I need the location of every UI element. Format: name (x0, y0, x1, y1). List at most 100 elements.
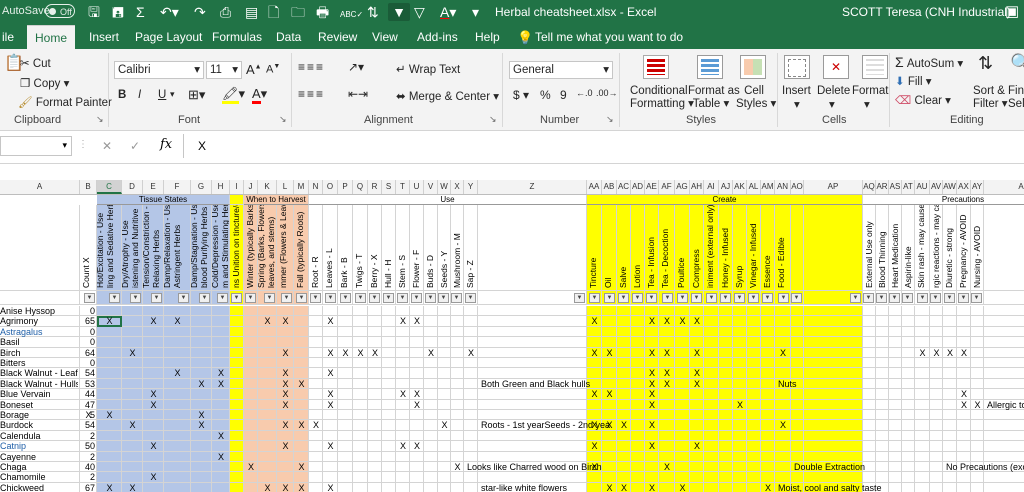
grid-cell[interactable] (761, 326, 775, 338)
grid-cell[interactable] (396, 420, 410, 431)
grid-cell[interactable] (791, 306, 804, 317)
column-header-n[interactable]: N (309, 180, 323, 194)
grid-cell[interactable] (733, 347, 747, 358)
grid-cell[interactable] (631, 462, 645, 473)
grid-cell[interactable] (309, 462, 323, 473)
grid-cell[interactable] (971, 441, 984, 452)
grid-cell[interactable] (631, 441, 645, 452)
filter-dropdown-icon[interactable]: ▼ (411, 293, 422, 303)
column-header-aq[interactable]: AQ (863, 180, 876, 194)
folder-icon[interactable]: 🗀 (291, 3, 305, 21)
grid-cell[interactable] (719, 378, 733, 390)
grid-cell[interactable] (971, 378, 984, 390)
grid-cell[interactable] (791, 420, 804, 431)
grid-cell[interactable] (675, 378, 690, 390)
grid-cell[interactable] (704, 347, 719, 358)
grid-cell[interactable] (659, 472, 675, 483)
grid-cell[interactable] (230, 410, 244, 421)
worksheet-grid[interactable]: A B C D E F G H I J K L M N O P Q R S T U V W X Y Z AA AB AC AD AE AF AG… (0, 180, 1024, 492)
filter-dropdown-icon[interactable]: ▼ (465, 293, 476, 303)
grid-cell[interactable] (97, 441, 122, 452)
grid-cell[interactable] (675, 420, 690, 431)
grid-cell[interactable] (164, 410, 191, 421)
column-header-f[interactable]: F (164, 180, 191, 194)
grid-cell[interactable] (212, 337, 230, 348)
grid-cell[interactable] (353, 462, 368, 473)
filter-dropdown-icon[interactable]: ▼ (720, 293, 731, 303)
grid-cell[interactable] (733, 462, 747, 473)
grid-cell[interactable] (451, 326, 464, 338)
grid-cell[interactable] (438, 472, 451, 483)
grid-cell[interactable] (645, 337, 659, 348)
grid-cell[interactable] (338, 472, 353, 483)
filter-dropdown-icon[interactable]: ▼ (296, 293, 307, 303)
underline-button[interactable]: U (158, 89, 166, 101)
filter-dropdown-icon[interactable]: ▼ (589, 293, 600, 303)
grid-cell[interactable] (675, 368, 690, 379)
grid-cell[interactable] (631, 368, 645, 379)
grid-cell[interactable] (704, 430, 719, 442)
form-icon[interactable]: ▤ (245, 3, 258, 21)
format-painter-button[interactable]: 🖌 Format Painter (18, 95, 112, 109)
filter-dropdown-icon[interactable]: ▼ (850, 293, 861, 303)
grid-cell[interactable] (478, 389, 587, 400)
grid-cell[interactable] (971, 389, 984, 400)
grid-cell[interactable] (438, 462, 451, 473)
grid-cell[interactable] (353, 430, 368, 442)
grid-cell[interactable] (915, 316, 930, 327)
grid-cell[interactable] (704, 472, 719, 483)
cut-button[interactable]: ✂ Cut (20, 56, 51, 70)
grid-cell[interactable] (690, 358, 704, 369)
grid-cell[interactable] (930, 326, 943, 338)
grid-cell[interactable] (478, 472, 587, 483)
grid-cell[interactable] (804, 389, 863, 400)
grid-cell[interactable] (761, 420, 775, 431)
grid-cell[interactable] (258, 326, 277, 338)
grid-cell[interactable] (396, 451, 410, 462)
grid-cell[interactable] (675, 306, 690, 317)
grid-cell[interactable] (410, 358, 424, 369)
herb-name[interactable]: Basil (0, 337, 78, 347)
grid-cell[interactable] (258, 420, 277, 431)
cancel-formula-icon[interactable]: ✕ (102, 139, 112, 153)
filter-dropdown-icon[interactable]: ▼ (451, 293, 462, 303)
grid-cell[interactable] (353, 472, 368, 483)
grid-cell[interactable] (258, 399, 277, 410)
tab-page-layout[interactable]: Page Layout (127, 25, 210, 49)
grid-cell[interactable] (424, 410, 438, 421)
grid-cell[interactable] (451, 420, 464, 431)
grid-cell[interactable] (747, 420, 761, 431)
grid-cell[interactable] (212, 482, 230, 492)
grid-cell[interactable] (212, 358, 230, 369)
grid-cell[interactable] (451, 430, 464, 442)
grid-cell[interactable] (761, 378, 775, 390)
filter-dropdown-icon[interactable]: ▼ (245, 293, 256, 303)
grid-cell[interactable] (863, 337, 876, 348)
grid-cell[interactable] (761, 337, 775, 348)
grow-font-icon[interactable]: A▲ (246, 62, 262, 77)
grid-cell[interactable] (733, 368, 747, 379)
font-color-icon[interactable]: A▾ (440, 3, 456, 21)
filter-dropdown-icon[interactable]: ▼ (889, 293, 900, 303)
orientation-icon[interactable]: ↗▾ (348, 60, 364, 74)
grid-cell[interactable] (382, 368, 396, 379)
grid-cell[interactable] (382, 451, 396, 462)
column-header-ar[interactable]: AR (876, 180, 889, 194)
grid-cell[interactable] (889, 420, 902, 431)
grid-cell[interactable] (230, 430, 244, 442)
grid-cell[interactable] (382, 389, 396, 400)
grid-cell[interactable] (97, 378, 122, 390)
grid-cell[interactable] (791, 451, 804, 462)
grid-cell[interactable] (704, 420, 719, 431)
grid-cell[interactable] (631, 389, 645, 400)
grid-cell[interactable] (277, 462, 294, 473)
grid-cell[interactable] (258, 306, 277, 317)
grid-cell[interactable] (230, 368, 244, 379)
grid-cell[interactable] (602, 337, 617, 348)
grid-cell[interactable] (277, 451, 294, 462)
grid-cell[interactable] (230, 472, 244, 483)
grid-cell[interactable] (382, 378, 396, 390)
grid-cell[interactable] (971, 451, 984, 462)
filter-dropdown-icon[interactable]: ▼ (863, 293, 874, 303)
grid-cell[interactable] (122, 337, 143, 348)
